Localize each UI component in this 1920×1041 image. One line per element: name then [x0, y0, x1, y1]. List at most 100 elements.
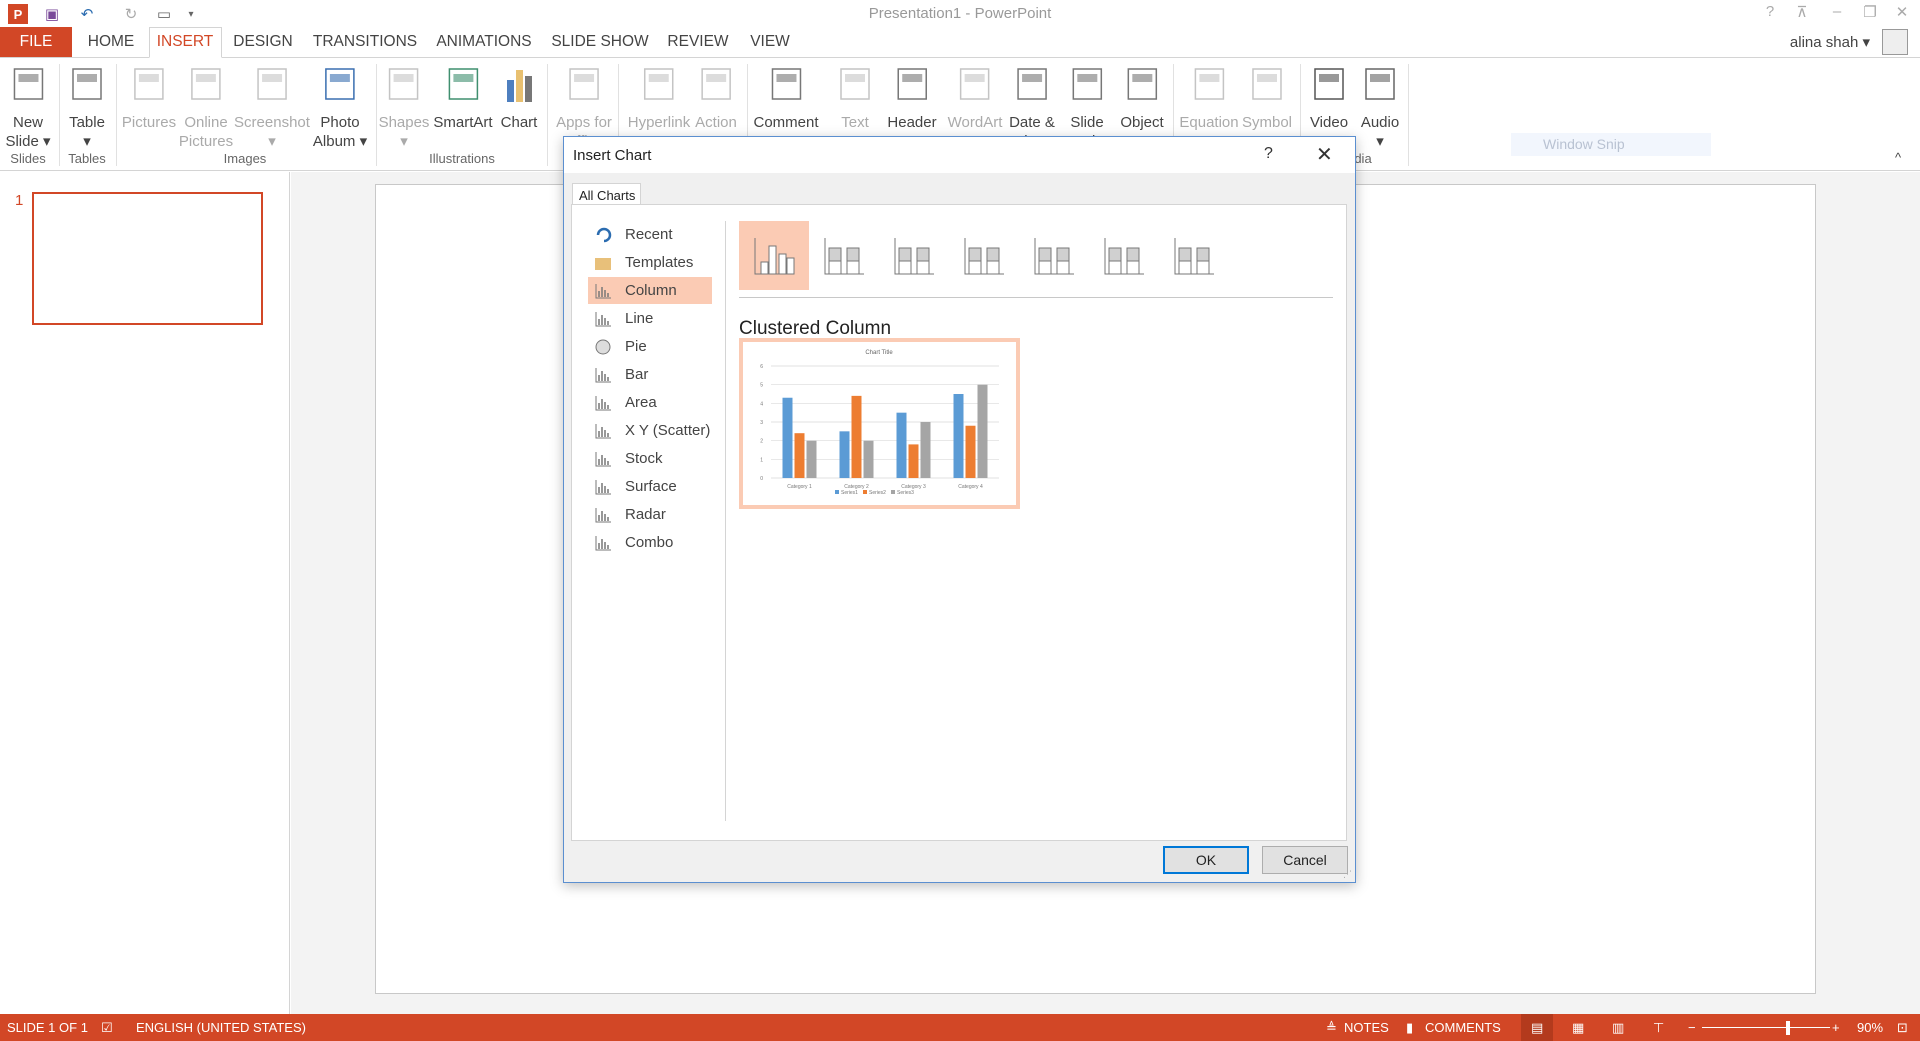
- tab-insert[interactable]: INSERT: [157, 33, 214, 51]
- photo-album-button[interactable]: Photo Album ▾: [313, 64, 367, 151]
- slide-thumbnail[interactable]: [32, 192, 263, 325]
- chart-category-combo[interactable]: Combo: [588, 529, 712, 556]
- cancel-button[interactable]: Cancel: [1262, 846, 1348, 874]
- dialog-close-icon[interactable]: ✕: [1316, 142, 1333, 167]
- ribbon-button-label: Header: [887, 114, 937, 131]
- hyperlink-button[interactable]: Hyperlink: [628, 64, 690, 132]
- tab-slide-show[interactable]: SLIDE SHOW: [551, 33, 648, 51]
- smartart-button[interactable]: SmartArt: [433, 64, 493, 132]
- chart-category-area[interactable]: Area: [588, 389, 712, 416]
- tab-animations[interactable]: ANIMATIONS: [436, 33, 531, 51]
- language-indicator[interactable]: ENGLISH (UNITED STATES): [136, 1020, 306, 1035]
- tab-file[interactable]: FILE: [0, 27, 72, 57]
- new-slide-button[interactable]: New Slide ▾: [5, 64, 51, 151]
- normal-view-button[interactable]: ▤: [1521, 1014, 1553, 1041]
- ok-button[interactable]: OK: [1163, 846, 1249, 874]
- zoom-level[interactable]: 90%: [1857, 1020, 1883, 1035]
- close-icon[interactable]: ✕: [1890, 3, 1914, 23]
- chart-subtype-100-stacked-column[interactable]: [879, 221, 949, 290]
- avatar[interactable]: [1882, 29, 1908, 55]
- chart-category-label: Recent: [625, 226, 673, 243]
- column-chart-subtype-icon: [1104, 237, 1144, 274]
- ribbon-button-label: ▾: [83, 133, 91, 150]
- action-button[interactable]: Action: [695, 64, 737, 132]
- tab-design[interactable]: DESIGN: [233, 33, 292, 51]
- insert-chart-dialog: Insert Chart ? ✕ All Charts Recent Templa…: [563, 136, 1356, 883]
- collapse-ribbon-icon[interactable]: ^: [1895, 150, 1901, 165]
- chart-subtype-3-d-column[interactable]: [1159, 221, 1229, 290]
- slide-sorter-icon[interactable]: ▦: [1572, 1020, 1584, 1036]
- slide-show-icon[interactable]: ⊤: [1653, 1020, 1664, 1036]
- tab-home[interactable]: HOME: [88, 33, 135, 51]
- user-account[interactable]: alina shah ▾: [1790, 33, 1870, 51]
- chart-preview: Chart Title 0 1 2 3 4 5 6 Category 1 Category 2 Ca…: [739, 338, 1020, 509]
- chart-subtype-clustered-column[interactable]: [739, 221, 809, 290]
- notes-button[interactable]: NOTES: [1344, 1020, 1389, 1035]
- comment-button[interactable]: Comment: [753, 64, 819, 132]
- zoom-out-button[interactable]: −: [1688, 1020, 1696, 1035]
- object-button[interactable]: Object: [1120, 64, 1164, 132]
- zoom-in-button[interactable]: +: [1832, 1020, 1840, 1035]
- fit-to-window-icon[interactable]: ⊡: [1897, 1020, 1908, 1036]
- spell-check-icon[interactable]: ☑: [101, 1020, 113, 1036]
- chart-category-bar[interactable]: Bar: [588, 361, 712, 388]
- chart-category-radar[interactable]: Radar: [588, 501, 712, 528]
- chart-category-templates[interactable]: Templates: [588, 249, 712, 276]
- chart-category-line[interactable]: Line: [588, 305, 712, 332]
- wordart-button[interactable]: WordArt: [948, 64, 1002, 132]
- equation-button[interactable]: Equation: [1179, 64, 1239, 132]
- y-tick-label: 1: [760, 457, 763, 463]
- chart-category-surface[interactable]: Surface: [588, 473, 712, 500]
- chart-category-recent[interactable]: Recent: [588, 221, 712, 248]
- pictures-button[interactable]: Pictures: [122, 64, 176, 132]
- chart-subtype-stacked-column[interactable]: [809, 221, 879, 290]
- chart-category-label: Line: [625, 310, 654, 327]
- photo-album-icon: [325, 68, 355, 100]
- audio-button[interactable]: Audio ▾: [1360, 64, 1400, 151]
- column-chart-subtype-icon: [1174, 237, 1214, 274]
- chart-subtype-3-d-100-stacked-column[interactable]: [1089, 221, 1159, 290]
- chart-category-column[interactable]: Column: [588, 277, 712, 304]
- online-pictures-button[interactable]: Online Pictures: [179, 64, 233, 151]
- video-button[interactable]: Video: [1309, 64, 1349, 132]
- shapes-button[interactable]: Shapes ▾: [379, 64, 429, 151]
- tab-view[interactable]: VIEW: [750, 33, 790, 51]
- chart-category-x-y-scatter[interactable]: X Y (Scatter): [588, 417, 712, 444]
- minimize-icon[interactable]: –: [1825, 3, 1849, 23]
- reading-view-icon[interactable]: ▥: [1612, 1020, 1624, 1036]
- chart-button[interactable]: Chart: [499, 64, 539, 132]
- slide-indicator: SLIDE 1 OF 1: [7, 1020, 88, 1035]
- restore-icon[interactable]: ❐: [1858, 3, 1882, 23]
- ribbon-button-label: Text: [841, 114, 869, 131]
- dialog-title: Insert Chart: [573, 147, 652, 164]
- chart-category-pie[interactable]: Pie: [588, 333, 712, 360]
- zoom-slider[interactable]: [1702, 1027, 1830, 1028]
- chart-subtype-3-d-stacked-column[interactable]: [1019, 221, 1089, 290]
- chart-subtype-3-d-clustered-column[interactable]: [949, 221, 1019, 290]
- screenshot-button[interactable]: Screenshot ▾: [234, 64, 310, 151]
- legend-swatch: [891, 490, 895, 494]
- chart-icon: [507, 70, 532, 102]
- column-chart-subtype-icon: [1034, 237, 1074, 274]
- help-button[interactable]: ?: [1758, 3, 1782, 23]
- symbol-button[interactable]: Symbol: [1242, 64, 1292, 132]
- chart-category-label: X Y (Scatter): [625, 422, 711, 439]
- tab-all-charts[interactable]: All Charts: [572, 183, 641, 205]
- x-tick-label: Category 4: [958, 484, 983, 490]
- table-button[interactable]: Table ▾: [67, 64, 107, 151]
- ribbon-button-label: Table: [69, 114, 105, 131]
- dialog-help-button[interactable]: ?: [1264, 145, 1273, 163]
- y-tick-label: 5: [760, 383, 763, 389]
- bar-series1: [839, 431, 850, 478]
- comments-button[interactable]: COMMENTS: [1425, 1020, 1501, 1035]
- bar-icon: [595, 368, 611, 383]
- tab-transitions[interactable]: TRANSITIONS: [313, 33, 417, 51]
- x-y-scatter-icon: [595, 424, 611, 439]
- resize-grip-icon[interactable]: ⋰: [1343, 869, 1352, 880]
- tab-review[interactable]: REVIEW: [667, 33, 728, 51]
- ribbon-button-label: Equation: [1179, 114, 1239, 131]
- ribbon-group-label: Tables: [68, 151, 106, 166]
- zoom-slider-thumb[interactable]: [1786, 1021, 1791, 1035]
- ribbon-display-options-icon[interactable]: ⊼: [1790, 3, 1814, 23]
- chart-category-stock[interactable]: Stock: [588, 445, 712, 472]
